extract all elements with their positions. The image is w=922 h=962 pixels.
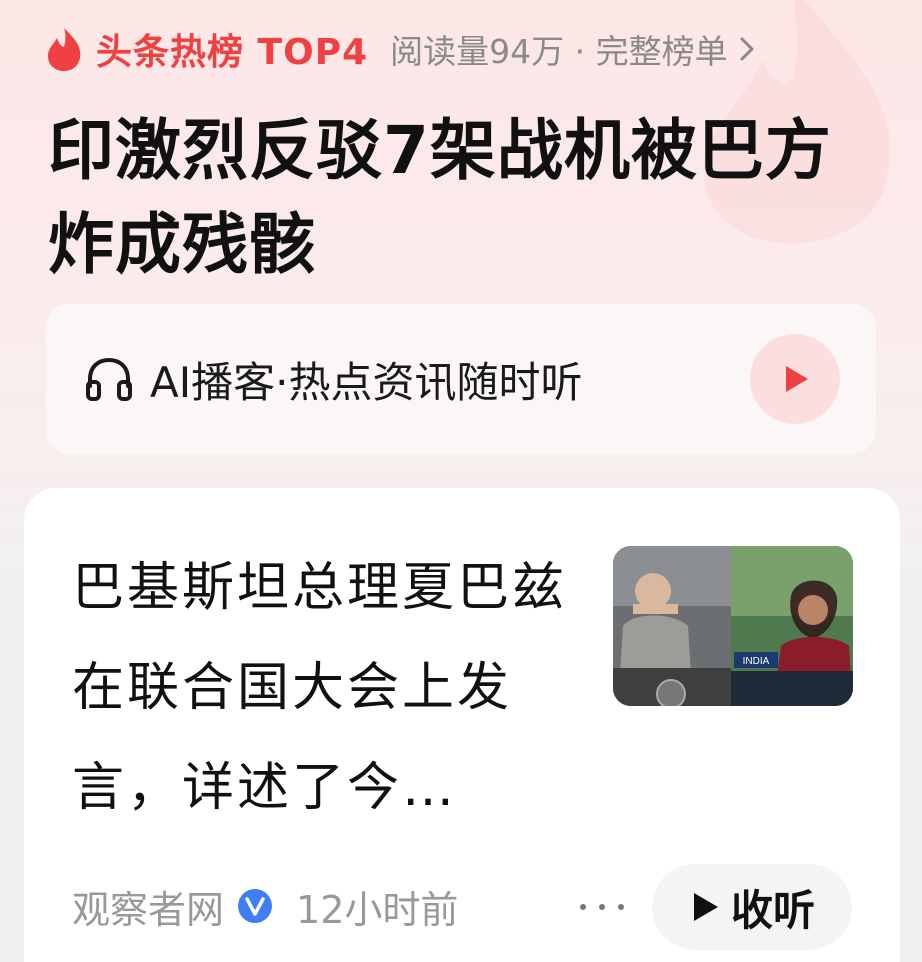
article-thumbnail[interactable]: INDIA: [613, 546, 853, 706]
article-meta: 观察者网 12小时前: [72, 876, 458, 936]
hot-list-header[interactable]: 头条热榜 TOP4 阅读量94万 · 完整榜单: [44, 24, 758, 74]
podcast-label: AI播客·热点资讯随时听: [150, 357, 583, 407]
listen-button[interactable]: 收听: [652, 864, 852, 950]
flame-icon: [48, 28, 81, 71]
headline-title[interactable]: 印激烈反驳7架战机被巴方炸成残骸: [48, 104, 848, 292]
verified-icon: [238, 889, 273, 923]
article-source[interactable]: 观察者网: [72, 879, 224, 934]
hot-list-meta[interactable]: 阅读量94万 · 完整榜单: [390, 25, 727, 73]
article-time: 12小时前: [296, 887, 459, 932]
thumbnail-caption: INDIA: [743, 656, 770, 667]
ai-podcast-card[interactable]: AI播客·热点资讯随时听: [46, 304, 876, 454]
play-icon: [693, 893, 718, 921]
hot-list-title: 头条热榜 TOP4: [96, 32, 369, 73]
article-title[interactable]: 巴基斯坦总理夏巴兹在联合国大会上发言，详述了今…: [72, 538, 572, 838]
thumbnail-image: INDIA: [613, 546, 853, 706]
podcast-play-button[interactable]: [750, 334, 840, 424]
headphones-icon: [86, 357, 132, 401]
play-icon: [786, 366, 808, 392]
more-icon[interactable]: [580, 892, 624, 922]
listen-label: 收听: [730, 885, 815, 935]
article-card[interactable]: 巴基斯坦总理夏巴兹在联合国大会上发言，详述了今… INDIA 观察者网 12小时…: [24, 488, 900, 962]
chevron-right-icon: [740, 37, 754, 61]
